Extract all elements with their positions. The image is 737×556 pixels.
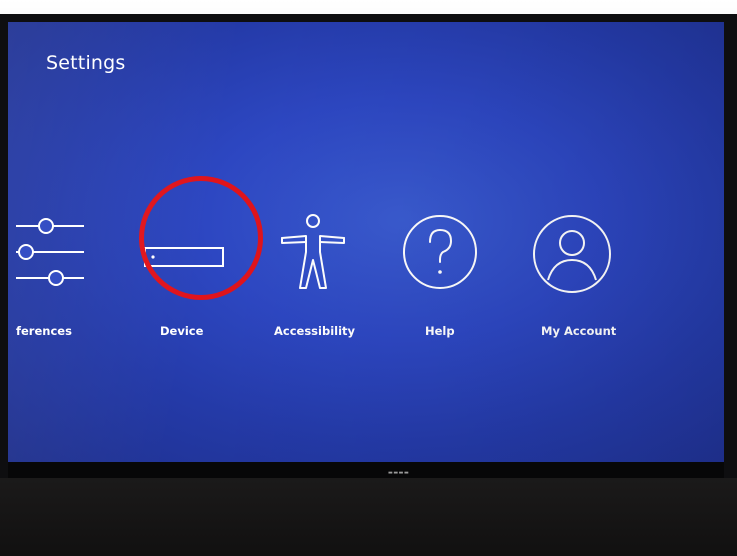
tile-accessibility[interactable] [278, 212, 348, 292]
tile-label-preferences: ferences [16, 324, 72, 338]
help-icon [400, 212, 480, 292]
tile-help[interactable] [400, 212, 480, 292]
tile-label-help: Help [425, 324, 455, 338]
red-circle-highlight [139, 176, 263, 300]
tile-label-accessibility: Accessibility [274, 324, 356, 338]
tv-screen: Settings ferences Device Accessibility H… [8, 22, 724, 462]
tile-label-my-account: My Account [541, 324, 617, 338]
tv-stand-area [0, 478, 737, 556]
page-title: Settings [46, 52, 126, 74]
tv-brand-logo: ▬▬▬▬ [388, 470, 410, 476]
tile-my-account[interactable] [530, 212, 614, 296]
tv-bezel-bottom [8, 462, 724, 478]
accessibility-icon [278, 212, 348, 292]
tile-label-device: Device [160, 324, 204, 338]
sliders-icon [16, 212, 86, 292]
account-icon [530, 212, 614, 296]
tile-preferences[interactable] [16, 212, 86, 292]
